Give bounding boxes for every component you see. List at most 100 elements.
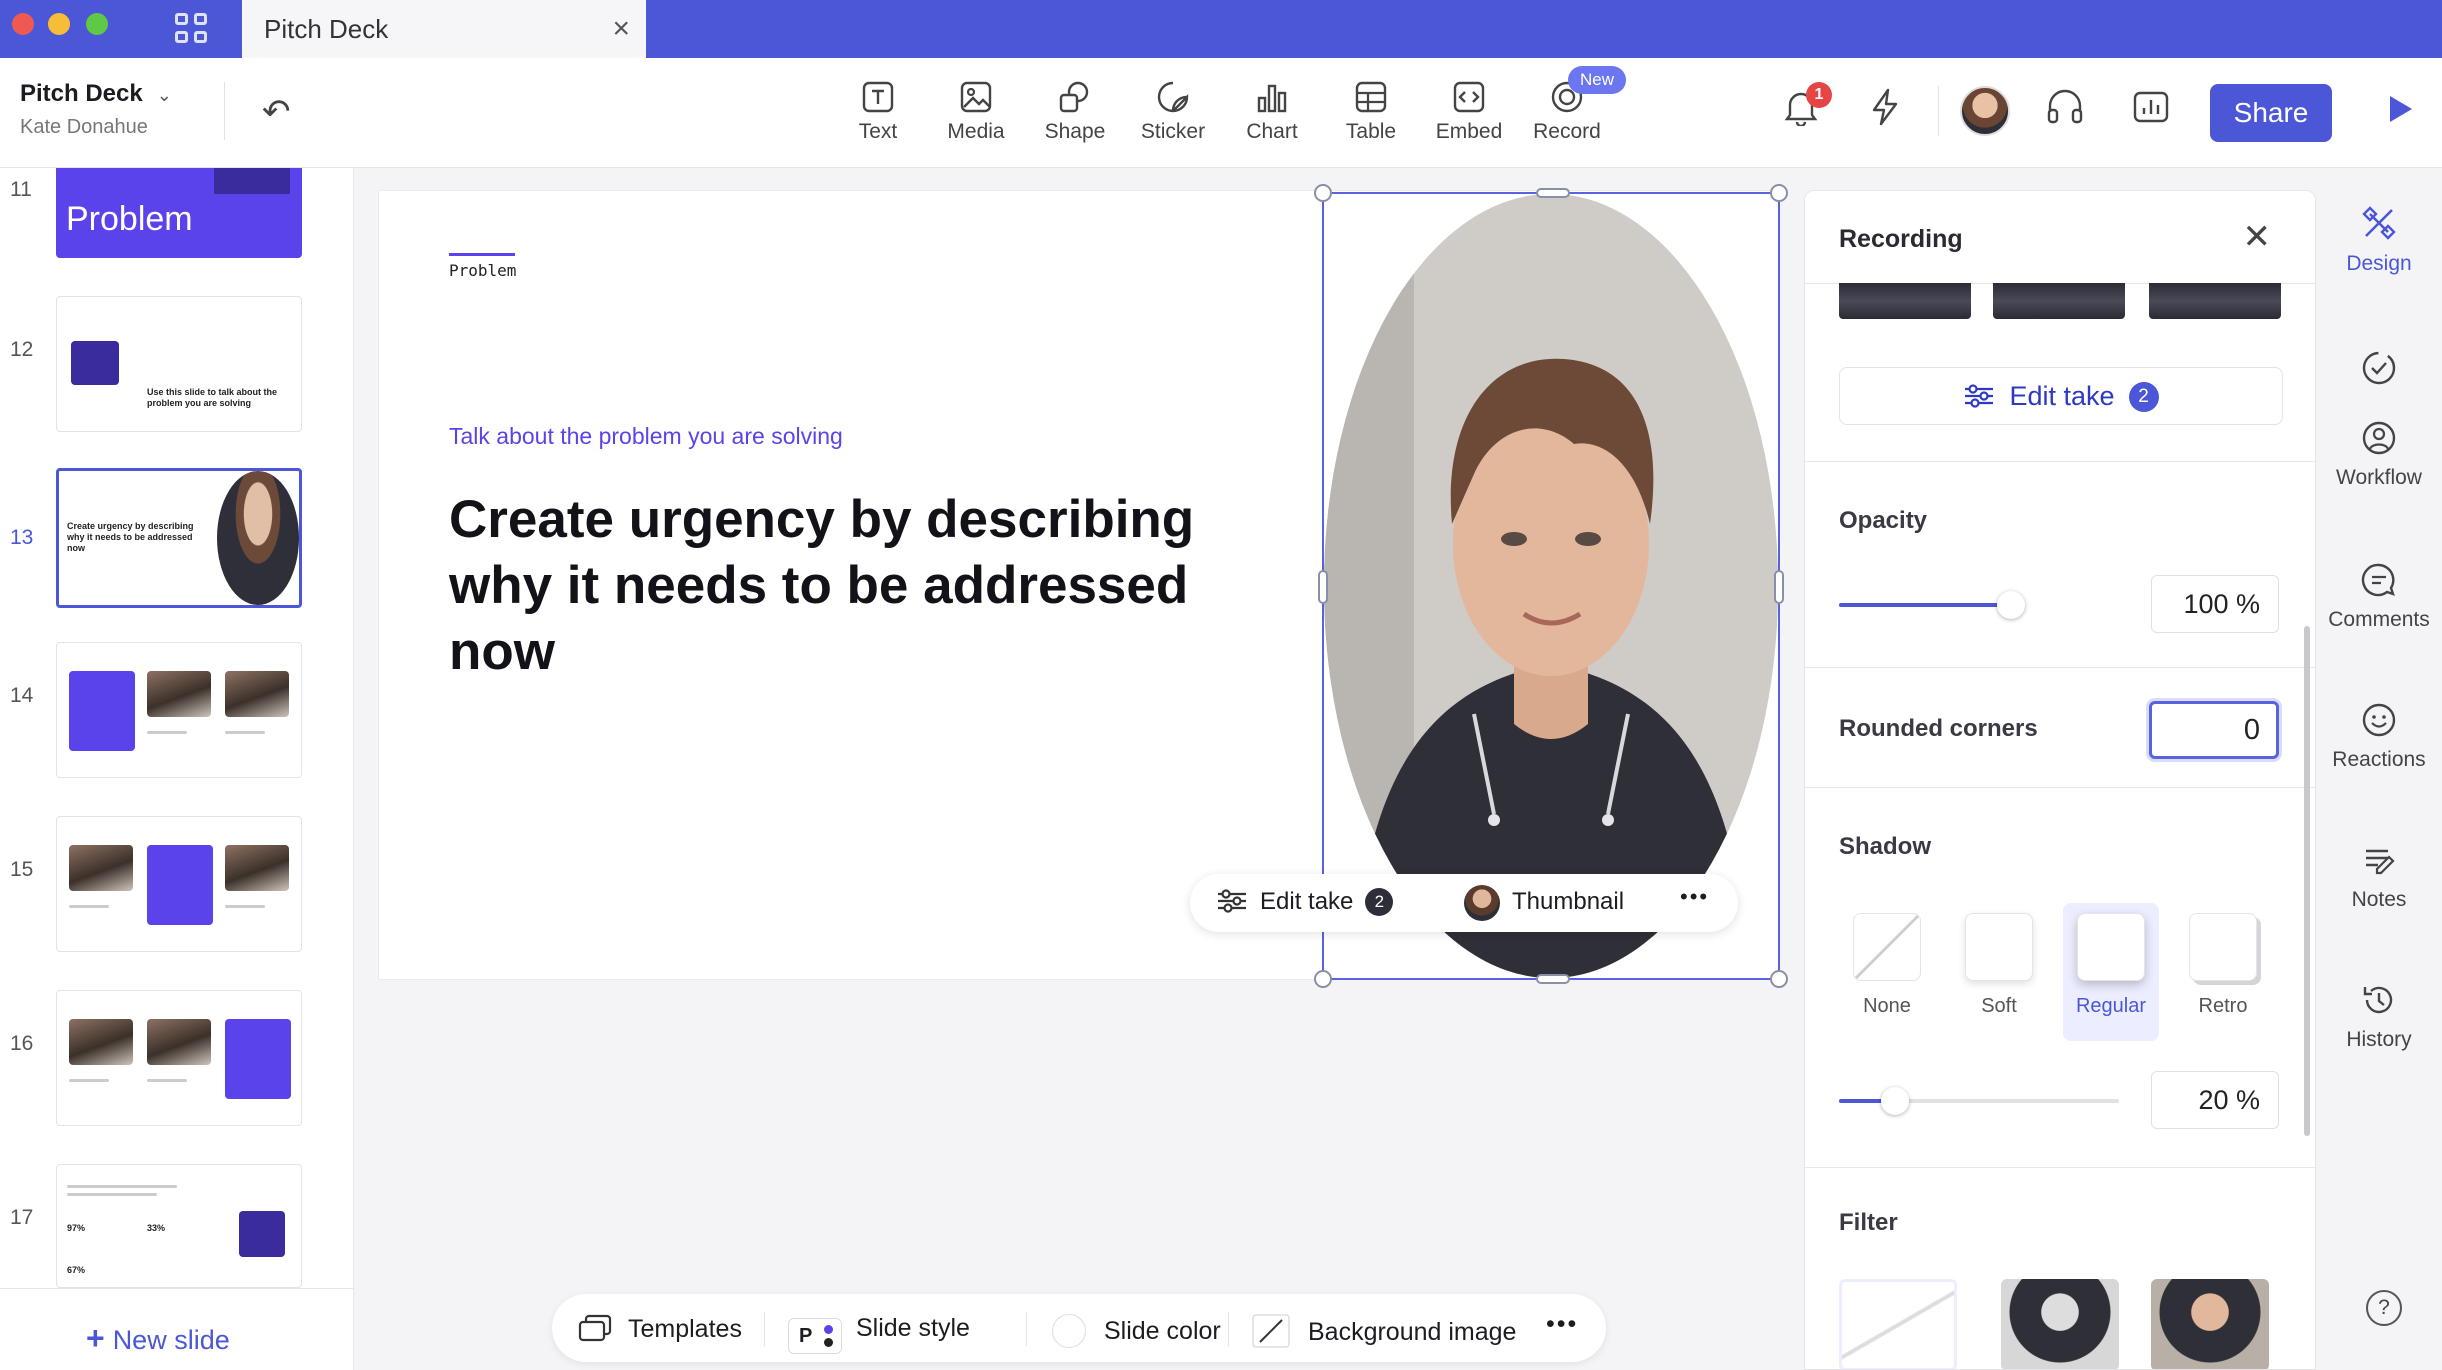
lightning-icon[interactable] [1870,88,1900,126]
media-tool-button[interactable]: Media [931,80,1021,144]
slide-thumbnail[interactable] [56,816,302,952]
background-image-label: Background image [1308,1318,1517,1346]
rail-item-reactions[interactable]: Reactions [2316,702,2442,772]
filter-option-color[interactable] [2151,1279,2269,1369]
shadow-slider[interactable] [1839,1087,2119,1115]
slide-section-label[interactable]: Problem [449,261,516,280]
present-play-icon[interactable] [2390,96,2412,122]
slide-thumbnail[interactable] [56,990,302,1126]
comment-icon [2361,563,2395,597]
slide-number: 11 [10,178,32,201]
filter-option-none[interactable] [1839,1279,1957,1369]
sticker-icon [1157,81,1189,113]
more-options-icon[interactable]: ••• [1546,1310,1578,1339]
new-slide-button[interactable]: + New slide [86,1320,230,1357]
share-button[interactable]: Share [2210,84,2332,142]
tab-close-icon[interactable]: × [612,12,630,46]
slide-style-button[interactable]: P Slide style [788,1314,970,1354]
thumbnail-button[interactable]: Thumbnail [1512,888,1624,916]
resize-handle-left[interactable] [1318,570,1328,604]
rail-item-comments[interactable]: Comments [2316,562,2442,632]
slide-color-button[interactable]: Slide color [1052,1314,1221,1348]
notes-icon [2366,849,2395,875]
resize-handle-bottom-left[interactable] [1314,970,1332,988]
rail-item-history[interactable]: History [2316,982,2442,1052]
rail-item-workflow[interactable]: Workflow [2316,420,2442,490]
sticker-tool-button[interactable]: Sticker [1128,80,1218,144]
table-tool-button[interactable]: Table [1326,80,1416,144]
opacity-value[interactable]: 100 % [2151,575,2279,633]
resize-handle-bottom-right[interactable] [1770,970,1788,988]
resize-handle-bottom[interactable] [1536,974,1570,984]
resize-handle-top-left[interactable] [1314,184,1332,202]
shadow-option-retro[interactable]: Retro [2175,903,2271,1018]
edit-take-panel-button[interactable]: Edit take 2 [1839,367,2283,425]
background-image-button[interactable]: Background image [1252,1314,1516,1348]
filter-label: Filter [1839,1209,1898,1236]
rounded-corners-input[interactable] [2149,701,2279,759]
take-thumbnail[interactable] [1993,283,2125,319]
sliders-icon [1965,384,1994,408]
more-options-icon[interactable]: ••• [1680,884,1709,910]
templates-label: Templates [628,1315,742,1343]
resize-handle-right[interactable] [1774,570,1784,604]
recording-video-element[interactable] [1314,184,1788,988]
window-minimize-button[interactable] [48,13,70,35]
slide-title[interactable]: Create urgency by describing why it need… [449,487,1229,685]
rail-label-reactions: Reactions [2332,748,2426,771]
document-title-menu[interactable]: Pitch Deck ⌄ [20,80,172,108]
slide-thumbnail-selected[interactable]: Create urgency by describing why it need… [56,468,302,608]
take-thumbnail[interactable] [1839,283,1971,319]
shadow-slider-handle[interactable] [1881,1087,1909,1115]
slide-thumbnail[interactable]: Use this slide to talk about the problem… [56,296,302,432]
shape-tool-button[interactable]: Shape [1030,80,1120,144]
window-close-button[interactable] [12,13,34,35]
app-grid-icon[interactable] [170,8,210,48]
shadow-value[interactable]: 20 % [2151,1071,2279,1129]
slide-style-label: Slide style [856,1314,970,1342]
take-thumbnail[interactable] [2149,283,2281,319]
thumb-text: Create urgency by describing why it need… [67,521,194,553]
window-zoom-button[interactable] [86,13,108,35]
resize-handle-top-right[interactable] [1770,184,1788,202]
panel-scrollbar[interactable] [2304,626,2310,1136]
thumb-text: Problem [66,200,193,238]
slide-color-label: Slide color [1104,1317,1221,1345]
shadow-option-soft[interactable]: Soft [1951,903,2047,1018]
text-tool-button[interactable]: Text [833,80,923,144]
help-icon[interactable]: ? [2366,1290,2402,1326]
rail-item-design[interactable]: Design [2316,204,2442,276]
undo-icon[interactable]: ↶ [262,92,291,132]
templates-button[interactable]: Templates [578,1314,742,1344]
analytics-icon[interactable] [2132,88,2170,126]
plus-icon: + [86,1320,105,1356]
toolbar-divider [1938,86,1939,136]
opacity-slider-handle[interactable] [1997,591,2025,619]
shadow-option-none[interactable]: None [1839,903,1935,1018]
slide-thumbnail[interactable] [56,642,302,778]
filter-option-grayscale[interactable] [2001,1279,2119,1369]
shadow-option-regular[interactable]: Regular [2063,903,2159,1041]
rail-label-comments: Comments [2328,608,2430,631]
headset-icon[interactable] [2045,88,2085,126]
document-tab[interactable]: Pitch Deck × [242,0,646,58]
rail-item-notes[interactable]: Notes [2316,842,2442,912]
slide-subtitle[interactable]: Talk about the problem you are solving [449,423,843,450]
media-tool-label: Media [947,120,1005,143]
edit-take-button[interactable]: Edit take 2 [1216,888,1394,916]
rail-label-design: Design [2346,252,2412,275]
rail-item-checklist[interactable] [2316,350,2442,396]
user-avatar[interactable] [1960,86,2010,136]
slide-thumbnail[interactable]: 97% 33% 67% [56,1164,302,1288]
take-count-badge: 2 [2128,382,2159,412]
background-image-icon [1252,1314,1290,1348]
close-icon[interactable]: ✕ [2243,217,2272,257]
embed-tool-button[interactable]: Embed [1424,80,1514,144]
opacity-slider[interactable] [1839,591,2025,619]
resize-handle-top[interactable] [1536,188,1570,198]
chart-tool-button[interactable]: Chart [1227,80,1317,144]
table-icon [1355,81,1387,113]
shadow-options: None Soft Regular Retro [1805,831,2315,1041]
toolbar-divider [224,82,225,140]
slide-thumbnail[interactable]: Problem [56,168,302,258]
